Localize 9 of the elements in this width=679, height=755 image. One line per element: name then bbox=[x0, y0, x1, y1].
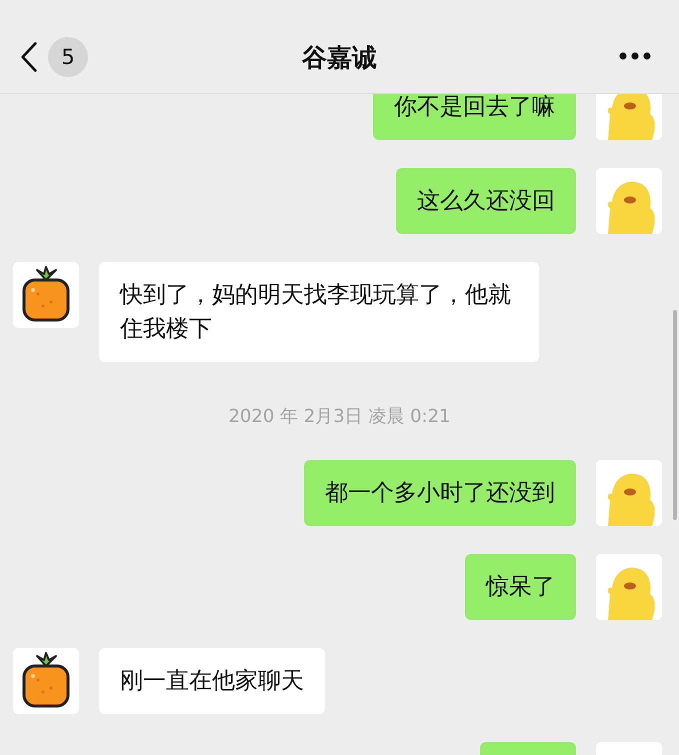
timestamp: 2020 年 2月3日 凌晨 0:21 bbox=[228, 405, 451, 428]
message-bubble: 都一个多小时了还没到 bbox=[304, 460, 576, 526]
message-bubble: 快到了，妈的明天找李现玩算了，他就住我楼下 bbox=[99, 262, 539, 362]
message-bubble: 你不是回去了嘛 bbox=[373, 94, 576, 140]
message-bubble: 刚一直在他家聊天 bbox=[99, 648, 325, 714]
unread-count[interactable]: 5 bbox=[48, 36, 88, 76]
chat-title: 谷嘉诚 bbox=[300, 42, 378, 74]
message-bubble: 惊呆了 bbox=[465, 554, 576, 620]
message-bubble: 这么久还没回 bbox=[396, 168, 576, 234]
